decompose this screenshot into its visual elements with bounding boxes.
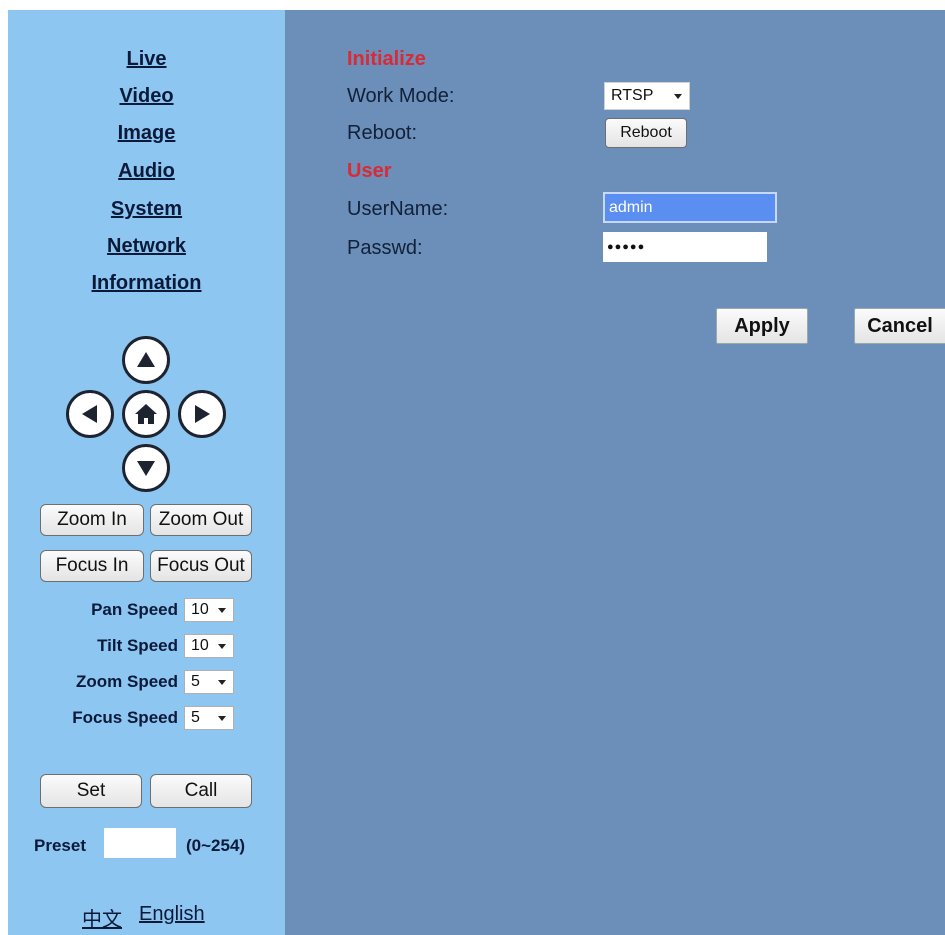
focus-speed-label: Focus Speed [72,708,178,727]
zoom-speed-label: Zoom Speed [75,672,178,691]
nav-video[interactable]: Video [8,85,285,108]
call-preset-button[interactable]: Call [150,774,252,808]
pan-left-button[interactable] [66,390,114,438]
reboot-label: Reboot: [347,122,418,144]
nav-live[interactable]: Live [8,48,285,71]
zoom-out-button[interactable]: Zoom Out [150,504,252,536]
password-field[interactable]: ●●●●● [603,232,767,262]
nav-audio[interactable]: Audio [8,160,285,183]
zoom-speed-select[interactable]: 5 [184,670,234,694]
nav-system[interactable]: System [8,198,285,221]
password-label: Passwd: [347,237,423,259]
pan-speed-label: Pan Speed [91,600,178,619]
focus-in-button[interactable]: Focus In [40,550,144,582]
pan-right-button[interactable] [178,390,226,438]
work-mode-select[interactable]: RTSP [604,82,690,110]
preset-range: (0~254) [186,836,246,855]
up-arrow-icon [137,352,155,367]
chevron-down-icon [218,643,226,649]
tilt-speed-label: Tilt Speed [97,636,178,655]
nav-network[interactable]: Network [8,235,285,258]
work-mode-value: RTSP [611,87,654,104]
user-heading: User [347,160,392,182]
initialize-heading: Initialize [347,48,426,70]
pan-speed-value: 10 [191,601,209,618]
pan-down-button[interactable] [122,444,170,492]
username-label: UserName: [347,198,449,220]
cancel-button[interactable]: Cancel [854,308,945,344]
sidebar: Live Video Image Audio System Network In… [8,10,285,935]
tilt-speed-select[interactable]: 10 [184,634,234,658]
focus-speed-select[interactable]: 5 [184,706,234,730]
chevron-down-icon [674,93,682,99]
zoom-speed-value: 5 [191,673,200,690]
nav-information[interactable]: Information [8,272,285,295]
chinese-language-link[interactable]: 中文 [82,903,122,932]
reboot-button[interactable]: Reboot [605,118,687,148]
chevron-down-icon [218,679,226,685]
pan-speed-select[interactable]: 10 [184,598,234,622]
main-panel: Initialize Work Mode: RTSP Reboot: Reboo… [285,10,945,935]
preset-input[interactable] [104,828,176,858]
apply-button[interactable]: Apply [716,308,808,344]
pan-up-button[interactable] [122,336,170,384]
focus-out-button[interactable]: Focus Out [150,550,252,582]
chevron-down-icon [218,715,226,721]
set-preset-button[interactable]: Set [40,774,142,808]
zoom-in-button[interactable]: Zoom In [40,504,144,536]
chevron-down-icon [218,607,226,613]
work-mode-label: Work Mode: [347,85,455,107]
preset-label: Preset [34,836,86,855]
left-arrow-icon [82,405,97,423]
english-language-link[interactable]: English [139,903,205,926]
home-button[interactable] [122,390,170,438]
focus-speed-value: 5 [191,709,200,726]
tilt-speed-value: 10 [191,637,209,654]
down-arrow-icon [137,461,155,476]
home-icon [135,404,157,424]
username-field[interactable]: admin [603,192,777,223]
right-arrow-icon [195,405,210,423]
nav-image[interactable]: Image [8,122,285,145]
